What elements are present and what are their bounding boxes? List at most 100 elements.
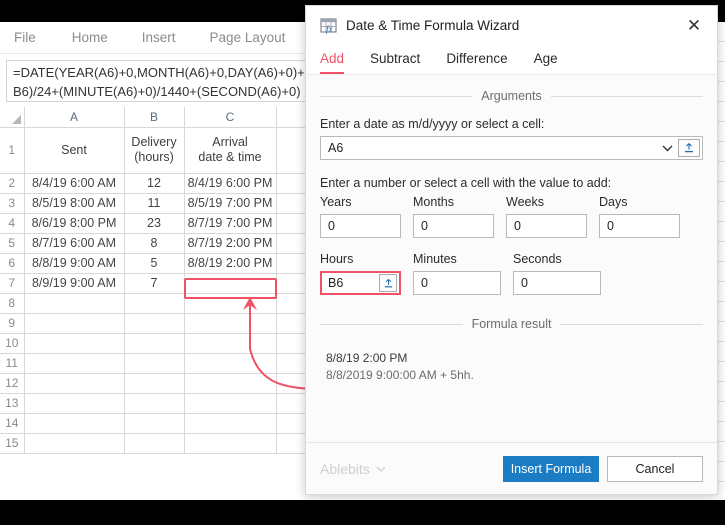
range-picker-button-hours[interactable] xyxy=(379,274,397,292)
formula-result-expression: 8/8/2019 9:00:00 AM + 5hh. xyxy=(326,368,703,382)
cell-b11[interactable] xyxy=(124,353,184,373)
cell-a14[interactable] xyxy=(24,413,124,433)
row-header-7[interactable]: 7 xyxy=(0,273,24,293)
row-header-15[interactable]: 15 xyxy=(0,433,24,453)
column-header-a[interactable]: A xyxy=(24,107,124,127)
days-label: Days xyxy=(599,195,680,209)
cell-b4[interactable]: 23 xyxy=(124,213,184,233)
row-header-11[interactable]: 11 xyxy=(0,353,24,373)
cell-c6[interactable]: 8/8/19 2:00 PM xyxy=(184,253,276,273)
cell-a5[interactable]: 8/7/19 6:00 AM xyxy=(24,233,124,253)
row-header-3[interactable]: 3 xyxy=(0,193,24,213)
date-field[interactable]: A6 xyxy=(320,136,703,160)
cell-b7[interactable]: 7 xyxy=(124,273,184,293)
cell-a8[interactable] xyxy=(24,293,124,313)
hours-input[interactable]: B6 xyxy=(320,271,401,295)
cell-a6[interactable]: 8/8/19 9:00 AM xyxy=(24,253,124,273)
tab-subtract[interactable]: Subtract xyxy=(370,51,420,74)
row-header-14[interactable]: 14 xyxy=(0,413,24,433)
column-header-b[interactable]: B xyxy=(124,107,184,127)
cell-b15[interactable] xyxy=(124,433,184,453)
cancel-button[interactable]: Cancel xyxy=(607,456,703,482)
tab-difference[interactable]: Difference xyxy=(446,51,507,74)
cell-c3[interactable]: 8/5/19 7:00 PM xyxy=(184,193,276,213)
ribbon-tab-home[interactable]: Home xyxy=(72,30,108,45)
seconds-value: 0 xyxy=(521,276,600,290)
cell-a4[interactable]: 8/6/19 8:00 PM xyxy=(24,213,124,233)
cell-a11[interactable] xyxy=(24,353,124,373)
cell-b8[interactable] xyxy=(124,293,184,313)
cell-b9[interactable] xyxy=(124,313,184,333)
cell-c9[interactable] xyxy=(184,313,276,333)
cell-a2[interactable]: 8/4/19 6:00 AM xyxy=(24,173,124,193)
row-header-13[interactable]: 13 xyxy=(0,393,24,413)
cell-b5[interactable]: 8 xyxy=(124,233,184,253)
cell-a7[interactable]: 8/9/19 9:00 AM xyxy=(24,273,124,293)
cell-b3[interactable]: 11 xyxy=(124,193,184,213)
cell-a9[interactable] xyxy=(24,313,124,333)
cell-c12[interactable] xyxy=(184,373,276,393)
cell-c1[interactable]: Arrival date & time xyxy=(184,127,276,173)
row-header-1[interactable]: 1 xyxy=(0,127,24,173)
cell-c7[interactable] xyxy=(184,273,276,293)
cell-c5[interactable]: 8/7/19 2:00 PM xyxy=(184,233,276,253)
weeks-input[interactable]: 0 xyxy=(506,214,587,238)
minutes-label: Minutes xyxy=(413,252,501,266)
days-input[interactable]: 0 xyxy=(599,214,680,238)
chevron-down-icon[interactable] xyxy=(656,137,678,159)
table-row: 15 xyxy=(0,433,346,453)
table-row: 68/8/19 9:00 AM58/8/19 2:00 PM xyxy=(0,253,346,273)
ribbon-tab-file[interactable]: File xyxy=(14,30,36,45)
tab-add[interactable]: Add xyxy=(320,51,344,74)
cell-b12[interactable] xyxy=(124,373,184,393)
row-header-4[interactable]: 4 xyxy=(0,213,24,233)
cell-c13[interactable] xyxy=(184,393,276,413)
date-input[interactable]: A6 xyxy=(321,137,656,159)
row-header-8[interactable]: 8 xyxy=(0,293,24,313)
row-header-12[interactable]: 12 xyxy=(0,373,24,393)
cell-b1[interactable]: Delivery (hours) xyxy=(124,127,184,173)
insert-formula-button[interactable]: Insert Formula xyxy=(503,456,599,482)
seconds-input[interactable]: 0 xyxy=(513,271,601,295)
select-all-corner[interactable] xyxy=(0,107,24,127)
close-icon[interactable]: ✕ xyxy=(681,12,707,38)
cell-b6[interactable]: 5 xyxy=(124,253,184,273)
cell-b2[interactable]: 12 xyxy=(124,173,184,193)
cell-c2[interactable]: 8/4/19 6:00 PM xyxy=(184,173,276,193)
ablebits-label: Ablebits xyxy=(320,461,370,477)
row-header-6[interactable]: 6 xyxy=(0,253,24,273)
cell-c10[interactable] xyxy=(184,333,276,353)
cell-c11[interactable] xyxy=(184,353,276,373)
hms-input-row: Hours B6 Minutes 0 xyxy=(320,252,703,295)
cell-a15[interactable] xyxy=(24,433,124,453)
cell-a12[interactable] xyxy=(24,373,124,393)
table-row: 13 xyxy=(0,393,346,413)
cell-b13[interactable] xyxy=(124,393,184,413)
cell-a3[interactable]: 8/5/19 8:00 AM xyxy=(24,193,124,213)
cell-c14[interactable] xyxy=(184,413,276,433)
cell-a10[interactable] xyxy=(24,333,124,353)
row-header-9[interactable]: 9 xyxy=(0,313,24,333)
cell-c4[interactable]: 8/7/19 7:00 PM xyxy=(184,213,276,233)
ribbon-tab-page-layout[interactable]: Page Layout xyxy=(210,30,286,45)
table-row: 10 xyxy=(0,333,346,353)
months-input[interactable]: 0 xyxy=(413,214,494,238)
result-legend-line-left xyxy=(320,324,463,325)
column-header-c[interactable]: C xyxy=(184,107,276,127)
years-input[interactable]: 0 xyxy=(320,214,401,238)
cell-c8[interactable] xyxy=(184,293,276,313)
ribbon-tab-insert[interactable]: Insert xyxy=(142,30,176,45)
cell-b10[interactable] xyxy=(124,333,184,353)
row-header-2[interactable]: 2 xyxy=(0,173,24,193)
cell-a1[interactable]: Sent xyxy=(24,127,124,173)
range-picker-button-date[interactable] xyxy=(678,139,700,157)
cell-b14[interactable] xyxy=(124,413,184,433)
ablebits-menu[interactable]: Ablebits xyxy=(320,461,386,477)
row-header-5[interactable]: 5 xyxy=(0,233,24,253)
minutes-input[interactable]: 0 xyxy=(413,271,501,295)
row-header-10[interactable]: 10 xyxy=(0,333,24,353)
tab-age[interactable]: Age xyxy=(534,51,558,74)
legend-line-left xyxy=(320,96,472,97)
cell-a13[interactable] xyxy=(24,393,124,413)
cell-c15[interactable] xyxy=(184,433,276,453)
